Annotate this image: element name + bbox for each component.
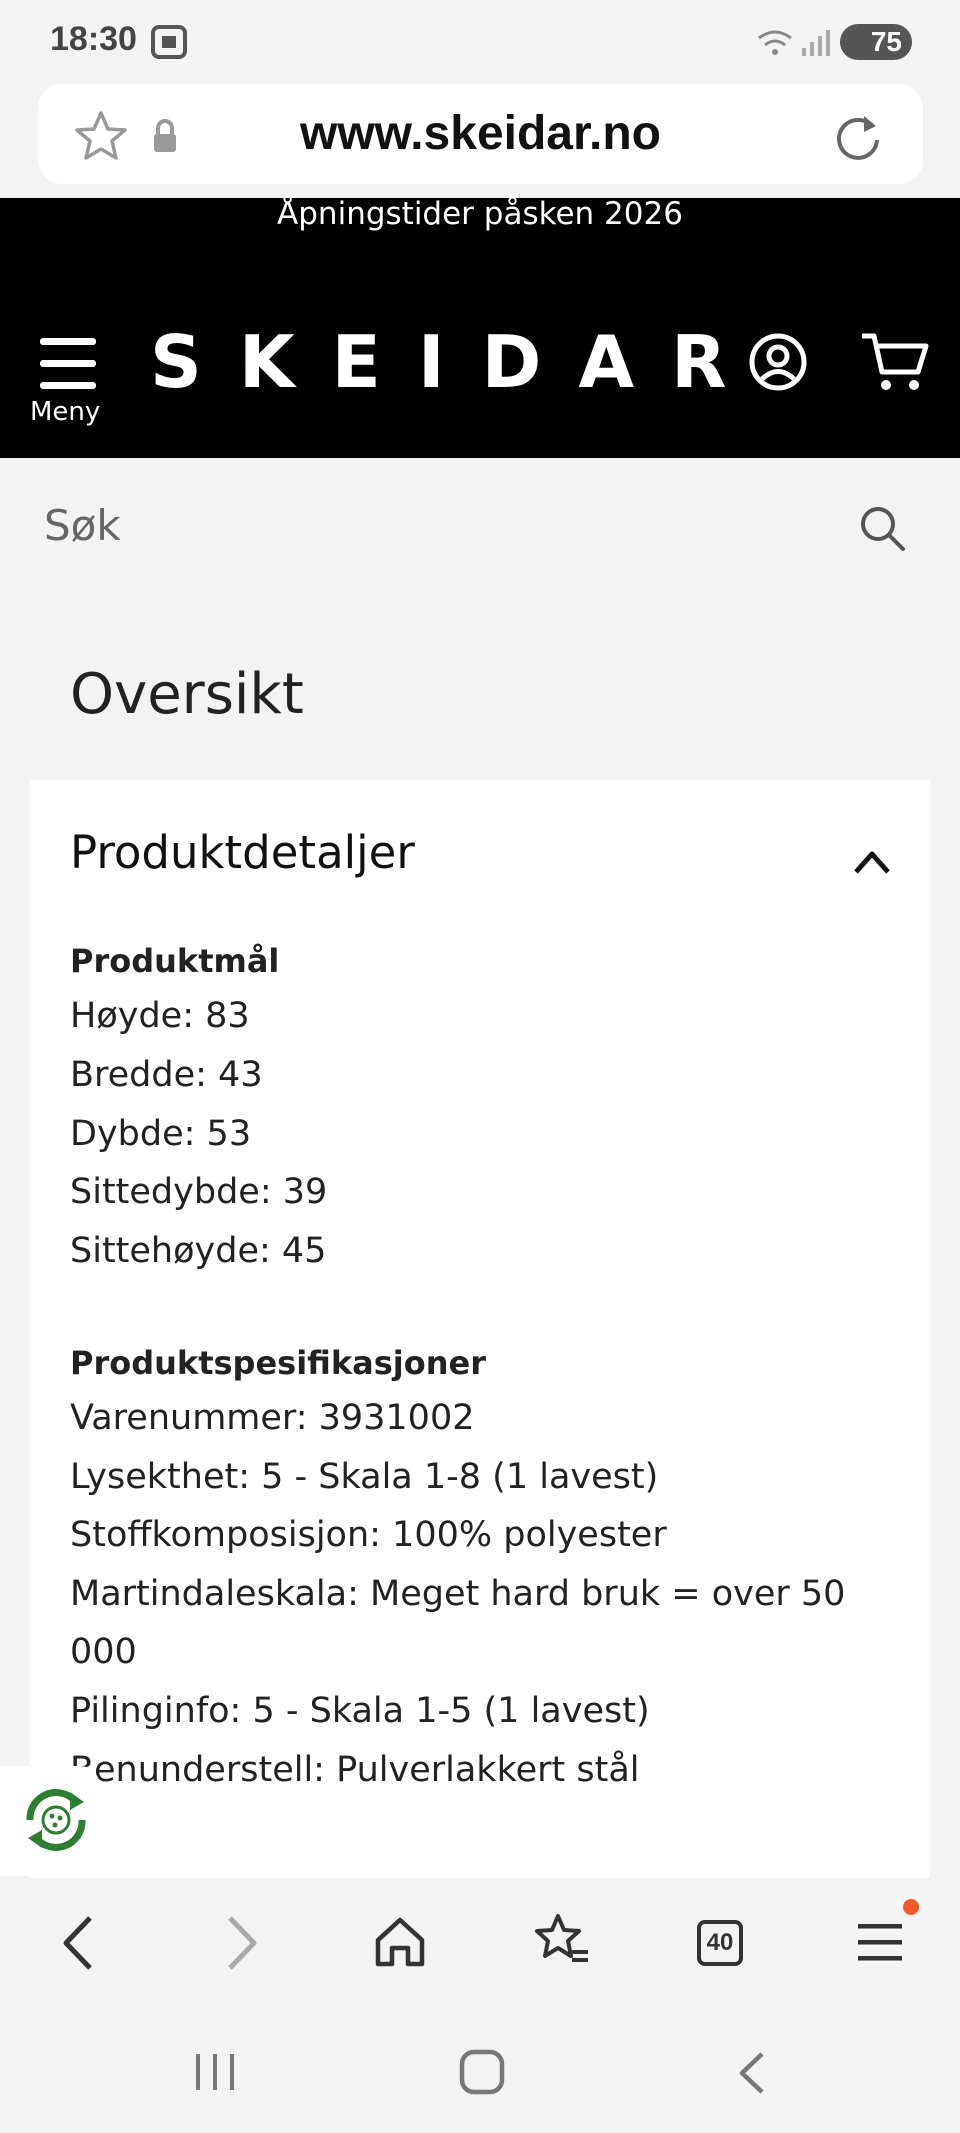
status-time: 18:30 <box>50 20 137 58</box>
system-back-icon[interactable] <box>734 2050 768 2096</box>
dimensions-heading: Produktmål <box>70 942 280 980</box>
tabs-button[interactable]: 40 <box>697 1920 743 1966</box>
battery-indicator: 75 <box>840 24 912 60</box>
promo-banner[interactable]: Åpningstider påsken 2026 <box>0 196 960 232</box>
lock-icon <box>154 119 176 152</box>
account-icon[interactable] <box>748 332 808 392</box>
spec-line: Lysekthet: 5 - Skala 1-8 (1 lavest) <box>70 1457 659 1497</box>
menu-icon[interactable] <box>38 336 98 392</box>
reload-icon[interactable] <box>832 110 884 162</box>
floating-badge[interactable] <box>0 1766 100 1876</box>
chevron-up-icon[interactable] <box>852 848 892 876</box>
forward-icon[interactable] <box>222 1914 262 1972</box>
overview-title: Oversikt <box>70 662 304 727</box>
browser-menu-icon[interactable] <box>856 1916 906 1966</box>
back-icon[interactable] <box>58 1914 98 1972</box>
dimension-line: Bredde: 43 <box>70 1055 263 1095</box>
screenshot-icon <box>151 25 187 59</box>
spec-line: Pilinginfo: 5 - Skala 1-5 (1 lavest) <box>70 1691 650 1731</box>
dimension-line: Sittehøyde: 45 <box>70 1231 327 1271</box>
dimension-line: Dybde: 53 <box>70 1114 252 1154</box>
signal-icon <box>802 30 830 56</box>
wifi-icon <box>758 30 792 55</box>
menu-label[interactable]: Meny <box>30 397 100 427</box>
dimension-line: Sittedybde: 39 <box>70 1172 328 1212</box>
sustainability-icon[interactable] <box>18 1782 94 1858</box>
spec-line: Martindaleskala: Meget hard bruk = over … <box>70 1574 846 1614</box>
spec-line: 000 <box>70 1632 137 1672</box>
spec-line: Varenummer: 3931002 <box>70 1398 475 1438</box>
dimension-line: Høyde: 83 <box>70 996 250 1036</box>
home-button-icon[interactable] <box>458 2048 506 2096</box>
bookmarks-icon[interactable] <box>532 1912 592 1970</box>
spec-line: Stoffkomposisjon: 100% polyester <box>70 1515 667 1555</box>
cart-icon[interactable] <box>860 330 930 394</box>
specs-heading: Produktspesifikasjoner <box>70 1344 487 1382</box>
search-input[interactable] <box>44 490 824 560</box>
recent-apps-icon[interactable] <box>192 2052 240 2092</box>
browser-toolbar <box>0 1878 960 2003</box>
home-icon[interactable] <box>372 1914 428 1970</box>
search-icon[interactable] <box>858 504 908 554</box>
notification-dot-icon <box>903 1899 919 1915</box>
product-details-title[interactable]: Produktdetaljer <box>70 826 415 879</box>
site-logo[interactable]: SKEIDAR <box>150 320 764 404</box>
spec-line: Benunderstell: Pulverlakkert stål <box>70 1750 640 1790</box>
bookmark-star-icon[interactable] <box>74 110 128 162</box>
